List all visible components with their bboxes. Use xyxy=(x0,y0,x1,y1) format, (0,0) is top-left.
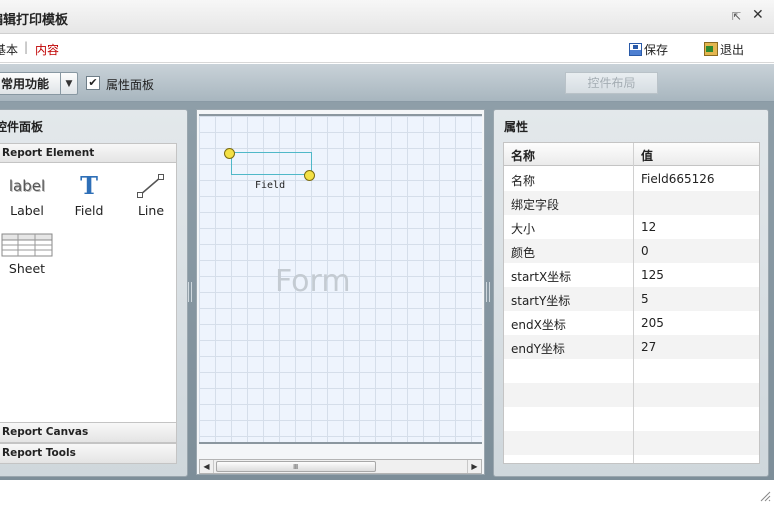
line-icon xyxy=(121,173,181,199)
exit-button[interactable]: 退出 xyxy=(704,40,744,58)
column-header-name: 名称 xyxy=(511,149,536,163)
selected-field-element[interactable] xyxy=(231,152,312,175)
exit-button-label: 退出 xyxy=(720,42,745,57)
menu-bar: 基本 | 内容 保存 退出 xyxy=(0,35,774,63)
exit-icon xyxy=(704,42,718,56)
left-splitter[interactable] xyxy=(188,282,192,302)
property-panel: 属性 名称 值 名称 Field665126 绑定字段 大小 12 颜色 0 star… xyxy=(493,109,769,477)
table-row[interactable]: startY坐标 5 xyxy=(504,287,759,311)
palette-item-label-text: Label xyxy=(10,203,44,218)
table-row[interactable]: 颜色 0 xyxy=(504,239,759,263)
control-panel-title: 控件面板 xyxy=(0,120,44,134)
resize-grip-icon[interactable] xyxy=(759,490,771,502)
property-value[interactable]: 205 xyxy=(641,316,664,330)
property-value[interactable]: 12 xyxy=(641,220,656,234)
right-splitter[interactable] xyxy=(486,282,490,302)
label-icon: label xyxy=(8,177,46,195)
title-bar: 编辑打印模板 ⇱ ✕ xyxy=(0,0,774,34)
property-value[interactable]: 125 xyxy=(641,268,664,282)
canvas-watermark: Form xyxy=(275,264,351,299)
palette-item-sheet[interactable]: Sheet xyxy=(0,233,57,276)
control-panel: 控件面板 Report Element label Label T Field … xyxy=(0,109,188,477)
close-icon[interactable]: ✕ xyxy=(752,7,764,23)
selected-field-caption: Field xyxy=(255,180,286,191)
section-report-tools[interactable]: Report Tools xyxy=(0,443,177,464)
empty-row xyxy=(504,431,759,455)
design-canvas-panel: Form Field ◀ IIII ▶ xyxy=(196,109,485,475)
property-name: 颜色 xyxy=(511,246,536,260)
property-name: endY坐标 xyxy=(511,342,565,356)
column-divider[interactable] xyxy=(633,143,634,463)
menu-content[interactable]: 内容 xyxy=(35,41,59,58)
restore-icon[interactable]: ⇱ xyxy=(732,10,741,23)
empty-row xyxy=(504,407,759,431)
function-select-value: 常用功能 xyxy=(1,77,50,91)
chevron-down-icon: ▼ xyxy=(60,73,77,94)
property-table-header: 名称 值 xyxy=(504,143,759,166)
control-layout-button[interactable]: 控件布局 xyxy=(565,72,658,94)
property-panel-title: 属性 xyxy=(504,120,529,134)
property-value[interactable]: 27 xyxy=(641,340,656,354)
property-name: endX坐标 xyxy=(511,318,566,332)
sheet-icon xyxy=(0,233,57,257)
property-table: 名称 值 名称 Field665126 绑定字段 大小 12 颜色 0 startX坐… xyxy=(503,142,760,464)
function-select[interactable]: 常用功能 ▼ xyxy=(0,72,78,95)
resize-handle-end[interactable] xyxy=(304,170,315,181)
save-button-label: 保存 xyxy=(644,42,669,57)
table-row[interactable]: startX坐标 125 xyxy=(504,263,759,287)
toolbar: 常用功能 ▼ ✔ 属性面板 控件布局 xyxy=(0,64,774,102)
section-report-canvas[interactable]: Report Canvas xyxy=(0,422,177,443)
scrollbar-grip-icon: IIII xyxy=(293,463,298,471)
palette-item-sheet-text: Sheet xyxy=(8,261,46,276)
property-name: startX坐标 xyxy=(511,270,572,284)
property-name: 绑定字段 xyxy=(511,198,560,212)
scrollbar-thumb[interactable]: IIII xyxy=(216,461,376,472)
scroll-right-arrow-icon[interactable]: ▶ xyxy=(467,460,481,473)
property-value[interactable]: 5 xyxy=(641,292,649,306)
palette-item-field-text: Field xyxy=(74,203,104,218)
design-canvas[interactable]: Form Field xyxy=(199,114,482,444)
empty-row xyxy=(504,383,759,407)
canvas-horizontal-scrollbar[interactable]: ◀ IIII ▶ xyxy=(199,459,482,474)
property-name: 名称 xyxy=(511,174,536,188)
property-value[interactable]: Field665126 xyxy=(641,172,715,186)
column-header-value: 值 xyxy=(641,149,654,163)
property-name: startY坐标 xyxy=(511,294,571,308)
menu-separator: | xyxy=(24,40,29,54)
property-value[interactable]: 0 xyxy=(641,244,649,258)
section-report-element[interactable]: Report Element xyxy=(0,143,177,163)
table-row[interactable]: endX坐标 205 xyxy=(504,311,759,335)
table-row[interactable]: 绑定字段 xyxy=(504,191,759,215)
menu-basic[interactable]: 基本 xyxy=(0,41,18,58)
palette-item-line-text: Line xyxy=(137,203,165,218)
report-element-list: label Label T Field Line Sheet xyxy=(0,163,177,422)
palette-item-label[interactable]: label Label xyxy=(0,173,57,218)
table-row[interactable]: 名称 Field665126 xyxy=(504,167,759,191)
property-panel-checkbox[interactable]: ✔ xyxy=(86,76,100,90)
resize-handle-start[interactable] xyxy=(224,148,235,159)
save-icon xyxy=(629,42,642,56)
workspace: 控件面板 Report Element label Label T Field … xyxy=(0,102,774,480)
palette-item-field[interactable]: T Field xyxy=(59,171,119,219)
palette-item-line[interactable]: Line xyxy=(121,173,181,218)
property-panel-label: 属性面板 xyxy=(106,78,155,92)
table-row[interactable]: endY坐标 27 xyxy=(504,335,759,359)
scroll-left-arrow-icon[interactable]: ◀ xyxy=(200,460,214,473)
empty-row xyxy=(504,359,759,383)
property-name: 大小 xyxy=(511,222,536,236)
text-field-icon: T xyxy=(80,171,98,200)
window-title: 编辑打印模板 xyxy=(0,13,69,28)
table-row[interactable]: 大小 12 xyxy=(504,215,759,239)
save-button[interactable]: 保存 xyxy=(629,40,668,58)
